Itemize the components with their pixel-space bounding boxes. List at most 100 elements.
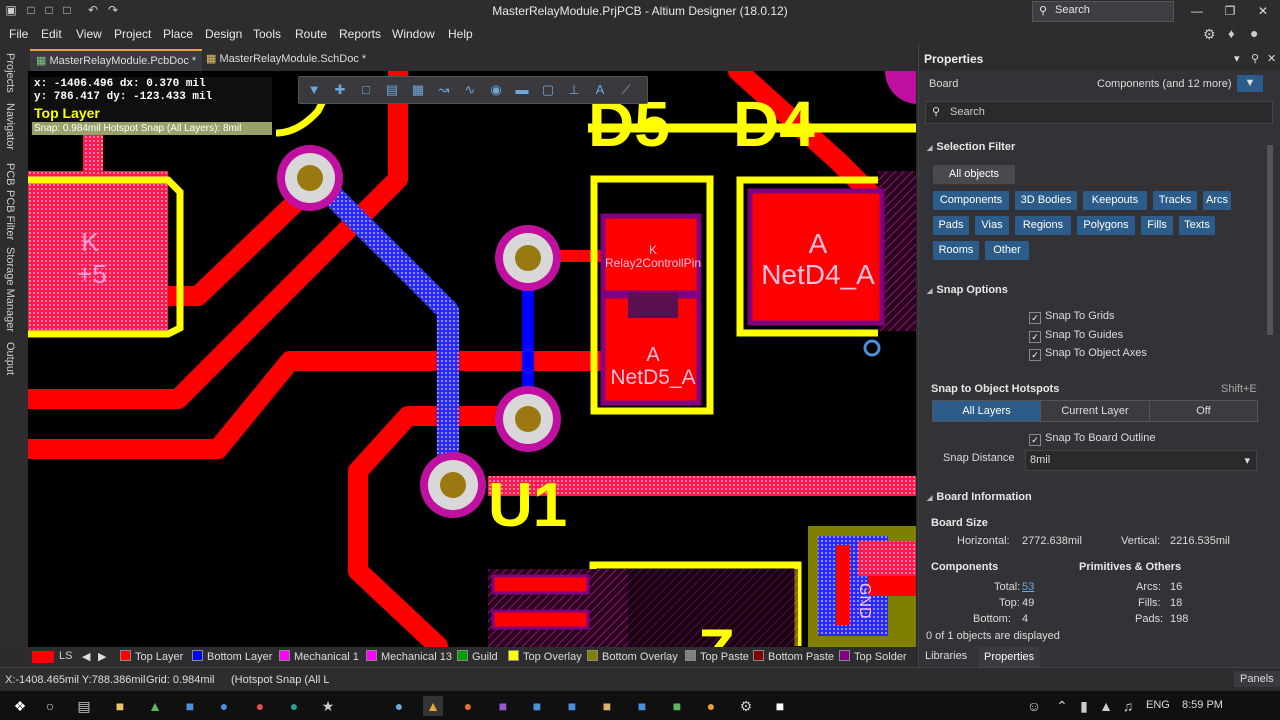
- route-icon[interactable]: ↝: [435, 81, 453, 99]
- filter-tracks[interactable]: Tracks: [1153, 191, 1197, 210]
- gear-icon[interactable]: ⚙: [1203, 26, 1216, 43]
- app-icon-1[interactable]: ▲: [145, 696, 165, 716]
- snap-all-layers-button[interactable]: All Layers: [932, 400, 1041, 422]
- app-icon-3[interactable]: ●: [250, 696, 270, 716]
- layer-tab-top-solder[interactable]: Top Solder: [839, 650, 907, 663]
- network-icon[interactable]: ▲: [1096, 696, 1116, 716]
- align-icon[interactable]: ▤: [383, 81, 401, 99]
- fill-icon[interactable]: ▬: [513, 81, 531, 99]
- filter-fills[interactable]: Fills: [1141, 216, 1173, 235]
- text-icon[interactable]: A: [591, 81, 609, 99]
- snap-off-button[interactable]: Off: [1149, 400, 1258, 422]
- app-icon-4[interactable]: ★: [318, 696, 338, 716]
- panel-menu-icon[interactable]: ▾: [1234, 52, 1240, 65]
- rail-tab-storage-manager[interactable]: Storage Manager: [4, 247, 16, 332]
- tab-schdoc[interactable]: ▦ MasterRelayModule.SchDoc *: [200, 49, 372, 69]
- layer-tab-bottom-layer[interactable]: Bottom Layer: [192, 650, 272, 663]
- app-icon-11[interactable]: ⚙: [736, 696, 756, 716]
- pcb-canvas[interactable]: D5 D4 U1 Z K +5 K Relay2ControllPin A Ne…: [28, 71, 916, 647]
- crosshair-icon[interactable]: ✚: [331, 81, 349, 99]
- bell-icon[interactable]: ♦: [1228, 26, 1235, 41]
- clock[interactable]: 8:59 PM: [1182, 699, 1223, 711]
- layer-scroll-right-icon[interactable]: ▶: [98, 650, 106, 663]
- keepout-icon[interactable]: ▢: [539, 81, 557, 99]
- firefox-icon[interactable]: ●: [458, 696, 478, 716]
- people-icon[interactable]: ☺: [1024, 696, 1044, 716]
- edge-icon[interactable]: ●: [214, 696, 234, 716]
- tab-pcbdoc[interactable]: ▦ MasterRelayModule.PcbDoc *: [30, 49, 203, 71]
- visual-studio-icon[interactable]: ■: [493, 696, 513, 716]
- menu-place[interactable]: Place: [163, 27, 193, 41]
- windows-start-icon[interactable]: ❖: [10, 696, 30, 716]
- rail-tab-pcb-filter[interactable]: PCB Filter: [4, 190, 16, 240]
- menu-view[interactable]: View: [76, 27, 102, 41]
- menu-window[interactable]: Window: [392, 27, 435, 41]
- selection-filter-header[interactable]: Selection Filter: [927, 141, 1015, 153]
- layer-tab-bottom-overlay[interactable]: Bottom Overlay: [587, 650, 678, 663]
- rail-tab-navigator[interactable]: Navigator: [4, 103, 16, 150]
- menu-design[interactable]: Design: [205, 27, 242, 41]
- board-information-header[interactable]: Board Information: [927, 491, 1031, 503]
- rail-tab-pcb[interactable]: PCB: [4, 163, 16, 186]
- language-indicator[interactable]: ENG: [1146, 699, 1170, 711]
- snap-to-guides-checkbox[interactable]: ✓ Snap To Guides: [1029, 329, 1123, 343]
- diff-pair-icon[interactable]: ∿: [461, 81, 479, 99]
- filter-arcs[interactable]: Arcs: [1203, 191, 1231, 210]
- layer-scroll-left-icon[interactable]: ◀: [82, 650, 90, 663]
- restore-button[interactable]: ❐: [1215, 2, 1245, 20]
- layer-set-button[interactable]: LS: [59, 650, 72, 662]
- altium-icon[interactable]: ▲: [423, 696, 443, 716]
- app-icon-8[interactable]: ■: [597, 696, 617, 716]
- select-rect-icon[interactable]: □: [357, 81, 375, 99]
- via-icon[interactable]: ◉: [487, 81, 505, 99]
- app-icon-6[interactable]: ■: [527, 696, 547, 716]
- line-icon[interactable]: ⟋: [617, 81, 635, 99]
- layer-tab-guild[interactable]: Guild: [457, 650, 498, 663]
- properties-tab[interactable]: Properties: [978, 647, 1041, 667]
- menu-project[interactable]: Project: [114, 27, 151, 41]
- file-explorer-icon[interactable]: ■: [110, 696, 130, 716]
- rail-tab-projects[interactable]: Projects: [4, 53, 16, 93]
- filter-keepouts[interactable]: Keepouts: [1083, 191, 1147, 210]
- dimension-icon[interactable]: ⊥: [565, 81, 583, 99]
- app-icon-5[interactable]: ●: [389, 696, 409, 716]
- snap-distance-dropdown[interactable]: 8mil ▾: [1025, 450, 1257, 471]
- panel-close-icon[interactable]: ✕: [1267, 52, 1276, 65]
- layer-tab-mechanical-13[interactable]: Mechanical 13: [366, 650, 452, 663]
- menu-file[interactable]: File: [9, 27, 28, 41]
- panels-button[interactable]: Panels: [1234, 671, 1280, 687]
- layer-tab-top-paste[interactable]: Top Paste: [685, 650, 749, 663]
- app-icon-7[interactable]: ■: [562, 696, 582, 716]
- close-button[interactable]: ✕: [1248, 2, 1278, 20]
- filter-regions[interactable]: Regions: [1015, 216, 1071, 235]
- tray-chevron-icon[interactable]: ⌃: [1052, 696, 1072, 716]
- filter-other[interactable]: Other: [985, 241, 1029, 260]
- task-view-icon[interactable]: ▤: [74, 696, 94, 716]
- filter-3d-bodies[interactable]: 3D Bodies: [1015, 191, 1077, 210]
- arduino-icon[interactable]: ●: [284, 696, 304, 716]
- global-search[interactable]: ⚲ Search: [1032, 1, 1174, 22]
- panel-scrollbar[interactable]: [1267, 145, 1273, 335]
- layer-tab-top-overlay[interactable]: Top Overlay: [508, 650, 582, 663]
- filter-texts[interactable]: Texts: [1179, 216, 1215, 235]
- layer-tab-top-layer[interactable]: Top Layer: [120, 650, 183, 663]
- battery-icon[interactable]: ▮: [1074, 696, 1094, 716]
- menu-edit[interactable]: Edit: [41, 27, 62, 41]
- app-icon-9[interactable]: ■: [667, 696, 687, 716]
- total-value-link[interactable]: 53: [1022, 581, 1034, 593]
- layer-tab-mechanical-1[interactable]: Mechanical 1: [279, 650, 359, 663]
- filter-button[interactable]: ▼: [1237, 75, 1263, 92]
- minimize-button[interactable]: —: [1182, 2, 1212, 20]
- layer-tab-bottom-paste[interactable]: Bottom Paste: [753, 650, 834, 663]
- snap-to-object-axes-checkbox[interactable]: ✓ Snap To Object Axes: [1029, 347, 1147, 361]
- app-icon-2[interactable]: ■: [180, 696, 200, 716]
- snap-current-layer-button[interactable]: Current Layer: [1040, 400, 1150, 422]
- filter-components[interactable]: Components: [933, 191, 1009, 210]
- snap-to-board-outline-checkbox[interactable]: ✓ Snap To Board Outline: [1029, 432, 1155, 446]
- components-filter-label[interactable]: Components (and 12 more): [1097, 78, 1232, 90]
- menu-route[interactable]: Route: [295, 27, 327, 41]
- filter-rooms[interactable]: Rooms: [933, 241, 979, 260]
- filter-icon[interactable]: ▼: [305, 81, 323, 99]
- component-icon[interactable]: ▦: [409, 81, 427, 99]
- user-icon[interactable]: ●: [1250, 25, 1258, 41]
